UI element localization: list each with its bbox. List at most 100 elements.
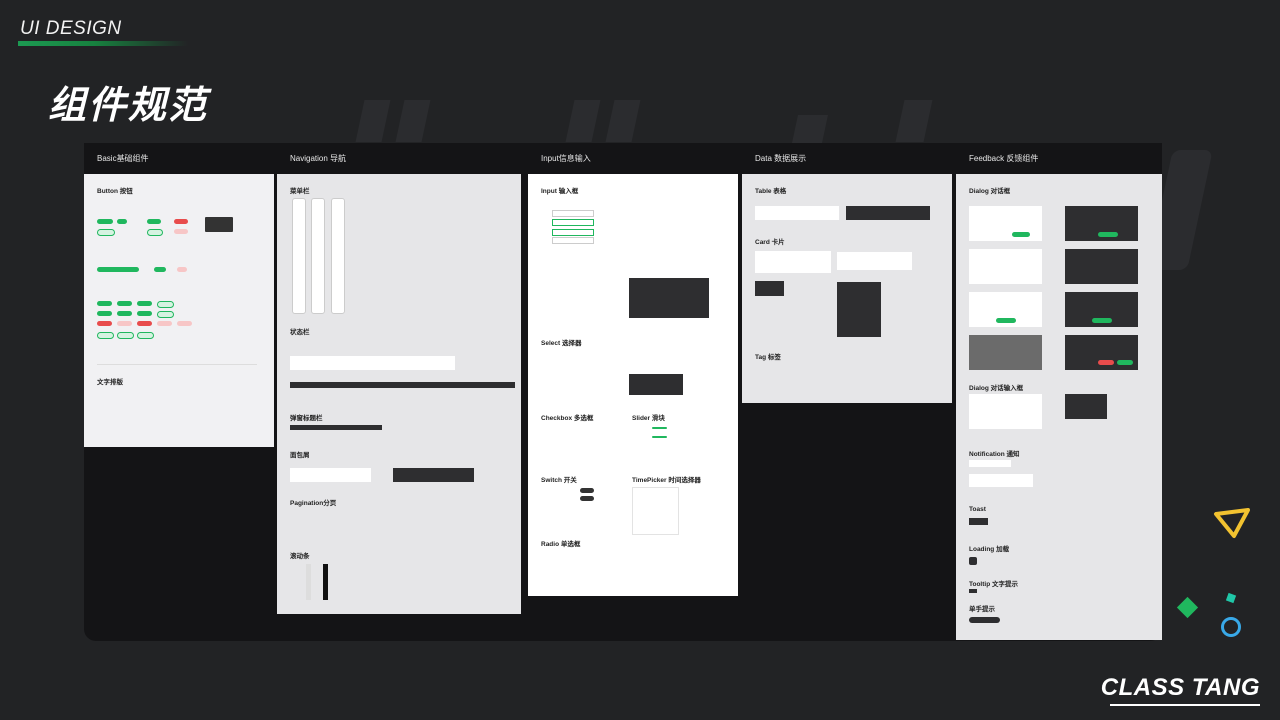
table-sample [755, 206, 839, 220]
slider-track[interactable] [652, 436, 667, 438]
menu-bar-sample[interactable] [292, 198, 306, 314]
button-sample[interactable] [97, 229, 115, 236]
hint-section-title: 单手提示 [969, 606, 995, 613]
card-sample[interactable] [755, 251, 831, 273]
button-sample[interactable] [174, 229, 188, 234]
dialog-confirm-button[interactable] [1092, 318, 1112, 323]
column-header-navigation: Navigation 导航 [277, 143, 521, 174]
notification-section-title: Notification 通知 [969, 451, 1020, 458]
button-sample[interactable] [157, 301, 174, 308]
status-section-title: 状态栏 [290, 329, 310, 336]
menu-bar-sample[interactable] [331, 198, 345, 314]
button-sample[interactable] [137, 301, 152, 306]
button-sample[interactable] [97, 267, 139, 272]
dialog-sample [969, 206, 1042, 241]
status-bar-sample [290, 356, 455, 370]
column-header-feedback: Feedback 反馈组件 [956, 143, 1162, 174]
card-dark-sample[interactable] [755, 281, 784, 296]
column-header-input: Input信息输入 [528, 143, 738, 174]
status-bar-dark-sample [290, 382, 515, 388]
button-sample[interactable] [137, 332, 154, 339]
dialog-confirm-button[interactable] [1012, 232, 1030, 237]
switch-toggle[interactable] [580, 496, 594, 501]
dialog-input-sample[interactable] [969, 394, 1042, 429]
menu-bar-sample[interactable] [311, 198, 325, 314]
dialog-confirm-button[interactable] [996, 318, 1016, 323]
dialog-danger-button[interactable] [1098, 360, 1114, 365]
timepicker-panel[interactable] [632, 487, 679, 535]
page-title: 组件规范 [48, 83, 209, 127]
button-sample[interactable] [174, 219, 188, 224]
column-header-data: Data 数据展示 [742, 143, 952, 174]
tooltip-section-title: Tooltip 文字提示 [969, 581, 1018, 588]
switch-toggle[interactable] [580, 488, 594, 493]
input-field-sample[interactable] [552, 229, 594, 236]
button-sample[interactable] [147, 219, 161, 224]
button-section-title: Button 按钮 [97, 188, 133, 195]
decorative-shape [565, 100, 601, 142]
column-header-basic: Basic基础组件 [84, 143, 274, 174]
dialog-input-dark-sample[interactable] [1065, 394, 1107, 419]
typography-section-title: 文字排版 [97, 379, 123, 386]
button-sample[interactable] [97, 321, 112, 326]
dialog-confirm-button[interactable] [1117, 360, 1133, 365]
breadcrumb-section-title: 面包屑 [290, 452, 310, 459]
popup-title-bar-sample [290, 425, 382, 430]
button-sample[interactable] [147, 229, 163, 236]
basic-sheet: Button 按钮 文字排版 [84, 174, 274, 447]
scrollbar-sample[interactable] [323, 564, 328, 600]
button-sample[interactable] [117, 321, 132, 326]
button-sample[interactable] [157, 311, 174, 318]
button-sample[interactable] [157, 321, 172, 326]
slider-track[interactable] [652, 427, 667, 429]
brand-underline [18, 41, 188, 46]
square-icon [1225, 592, 1237, 604]
diamond-icon [1176, 596, 1199, 619]
button-sample[interactable] [117, 301, 132, 306]
button-sample[interactable] [177, 321, 192, 326]
dark-input-sample[interactable] [629, 278, 709, 318]
dialog-confirm-button[interactable] [1098, 232, 1118, 237]
button-sample[interactable] [177, 267, 187, 272]
decorative-shape [355, 100, 391, 142]
input-field-sample[interactable] [552, 219, 594, 226]
breadcrumb-sample[interactable] [290, 468, 371, 482]
select-dark-sample[interactable] [629, 374, 683, 395]
decorative-shape [792, 115, 828, 143]
dialog-section-title: Dialog 对话框 [969, 188, 1011, 195]
breadcrumb-dark-sample[interactable] [393, 468, 474, 482]
loading-section-title: Loading 加载 [969, 546, 1010, 553]
button-sample[interactable] [97, 311, 112, 316]
scrollbar-sample[interactable] [306, 564, 311, 600]
card-sample[interactable] [837, 252, 912, 270]
button-sample[interactable] [137, 321, 152, 326]
brand-label: UI DESIGN [20, 18, 122, 39]
dialog-input-section-title: Dialog 对话输入框 [969, 385, 1024, 392]
button-sample[interactable] [205, 217, 233, 232]
card-section-title: Card 卡片 [755, 239, 785, 246]
radio-section-title: Radio 单选框 [541, 541, 581, 548]
button-sample[interactable] [117, 311, 132, 316]
data-sheet: Table 表格 Card 卡片 Tag 标签 [742, 174, 952, 403]
feedback-sheet: Dialog 对话框 Dialog 对话输入框 Notification 通知 … [956, 174, 1162, 640]
popup-title-section-title: 弹窗标题栏 [290, 415, 323, 422]
decorative-shape [605, 100, 641, 142]
toast-section-title: Toast [969, 506, 986, 513]
button-sample[interactable] [97, 219, 113, 224]
input-field-sample[interactable] [552, 210, 594, 217]
button-sample[interactable] [97, 332, 114, 339]
card-menu-dark-sample[interactable] [837, 282, 881, 337]
button-sample[interactable] [97, 301, 112, 306]
input-field-sample[interactable] [552, 237, 594, 244]
hint-sample [969, 617, 1000, 623]
footer-brand: CLASS TANG [1100, 674, 1260, 701]
button-sample[interactable] [137, 311, 152, 316]
button-sample[interactable] [154, 267, 166, 272]
menu-section-title: 菜单栏 [290, 188, 310, 195]
notification-sample [969, 474, 1033, 487]
switch-section-title: Switch 开关 [541, 477, 577, 484]
button-sample[interactable] [117, 332, 134, 339]
pagination-section-title: Pagination分页 [290, 500, 337, 507]
button-sample[interactable] [117, 219, 127, 224]
select-section-title: Select 选择器 [541, 340, 582, 347]
